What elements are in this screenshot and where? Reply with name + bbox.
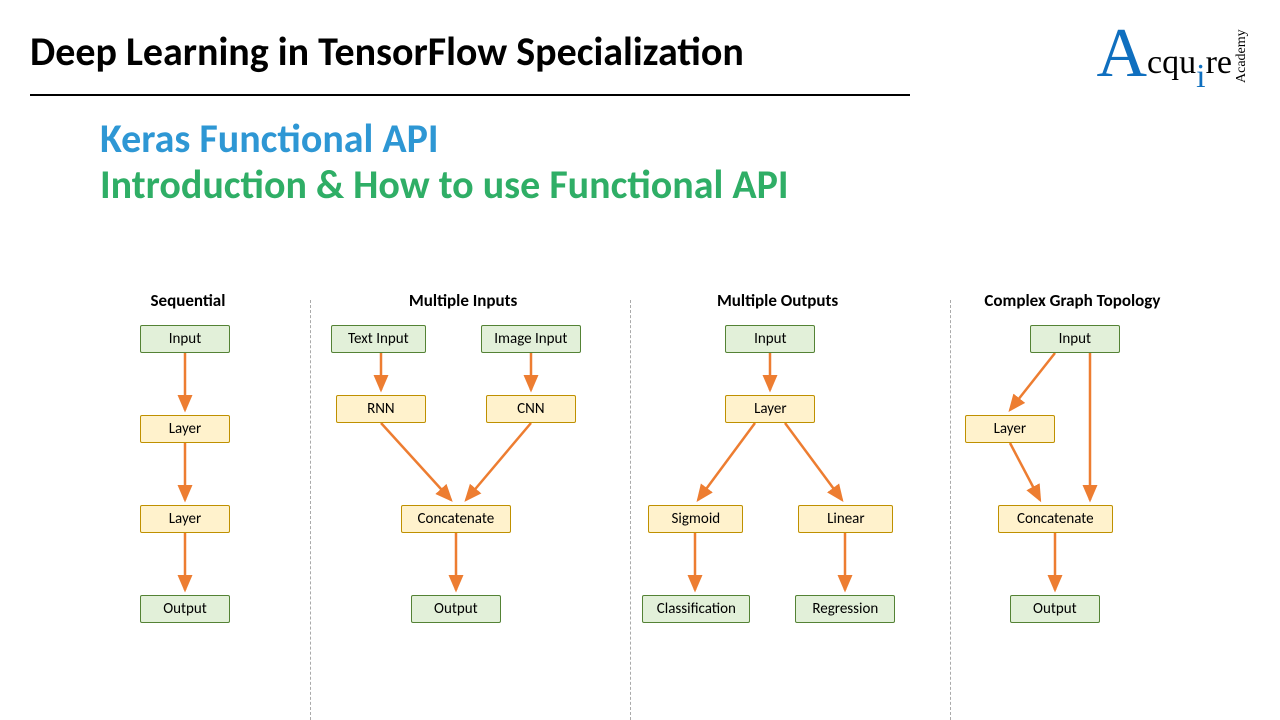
node-output: Output xyxy=(140,595,230,623)
node-concat: Concatenate xyxy=(998,505,1113,533)
node-regression: Regression xyxy=(795,595,895,623)
logo-text-re: re xyxy=(1206,44,1232,82)
page-title: Deep Learning in TensorFlow Specializati… xyxy=(30,30,744,74)
node-layer2: Layer xyxy=(140,505,230,533)
subtitle-line2: Introduction & How to use Functional API xyxy=(100,162,1280,208)
node-input: Input xyxy=(1030,325,1120,353)
diagram-complex-topology: Complex Graph Topology Input Layer Conca… xyxy=(935,290,1210,720)
node-output: Output xyxy=(1010,595,1100,623)
diagram-multiple-outputs: Multiple Outputs Input Layer Sigmoid Lin… xyxy=(620,290,934,720)
logo-letter-a: A xyxy=(1096,26,1147,82)
diagram-sequential: Sequential Input Layer Layer Output xyxy=(70,290,306,720)
logo-text-cqu: cqu xyxy=(1147,44,1196,82)
node-cnn: CNN xyxy=(486,395,576,423)
node-input: Input xyxy=(725,325,815,353)
subtitle-line1: Keras Functional API xyxy=(100,116,1280,162)
diagram-title: Multiple Inputs xyxy=(306,290,620,311)
diagrams-row: Sequential Input Layer Layer Output Mult… xyxy=(0,290,1280,720)
diagram-multiple-inputs: Multiple Inputs Text Input Image Input R… xyxy=(306,290,620,720)
diagram-title: Complex Graph Topology xyxy=(935,290,1210,311)
node-linear: Linear xyxy=(798,505,893,533)
logo-text-academy: Academy xyxy=(1234,26,1250,86)
node-output: Output xyxy=(411,595,501,623)
header: Deep Learning in TensorFlow Specializati… xyxy=(0,0,1280,82)
logo-letter-i: i xyxy=(1196,58,1205,96)
node-rnn: RNN xyxy=(336,395,426,423)
diagram-title: Sequential xyxy=(70,290,306,311)
node-classification: Classification xyxy=(642,595,750,623)
node-text-input: Text Input xyxy=(331,325,426,353)
subtitles: Keras Functional API Introduction & How … xyxy=(0,96,1280,208)
node-layer: Layer xyxy=(965,415,1055,443)
diagram-title: Multiple Outputs xyxy=(620,290,934,311)
node-layer1: Layer xyxy=(140,415,230,443)
node-layer: Layer xyxy=(725,395,815,423)
node-input: Input xyxy=(140,325,230,353)
node-concat: Concatenate xyxy=(401,505,511,533)
node-sigmoid: Sigmoid xyxy=(648,505,743,533)
brand-logo: A cqu i re Academy xyxy=(1096,26,1250,82)
node-image-input: Image Input xyxy=(481,325,581,353)
